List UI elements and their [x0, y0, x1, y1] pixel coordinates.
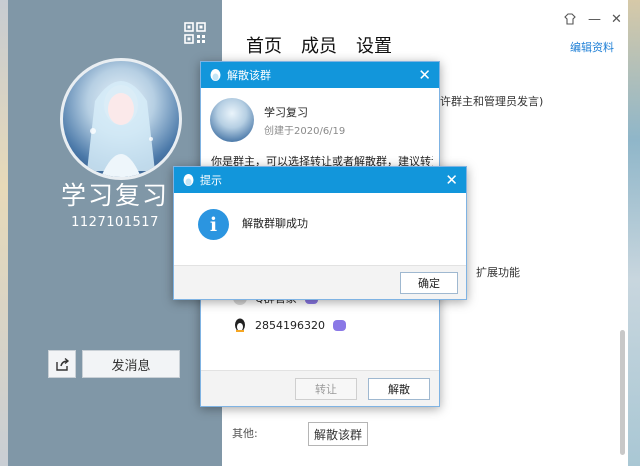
tab-home[interactable]: 首页	[246, 32, 282, 58]
dialog-footer: 转让 解散	[201, 370, 439, 406]
transfer-button[interactable]: 转让	[295, 378, 357, 400]
info-icon: i	[198, 209, 229, 240]
share-icon	[55, 357, 69, 371]
tip-message: 解散群聊成功	[242, 217, 308, 230]
member-row: 2854196320	[233, 318, 346, 333]
dialog-title: 解散该群	[227, 69, 271, 82]
close-window-button[interactable]: ✕	[611, 12, 622, 27]
dissolve-button[interactable]: 解散	[368, 378, 430, 400]
robot-badge-icon	[333, 320, 346, 331]
dialog-title-bar: 提示 ✕	[174, 167, 466, 193]
qq-penguin-icon	[235, 318, 245, 332]
group-avatar[interactable]	[60, 58, 182, 180]
skin-icon[interactable]	[564, 13, 576, 25]
ok-button[interactable]: 确定	[400, 272, 458, 294]
extension-feature-text: 扩展功能	[476, 266, 520, 279]
tab-members[interactable]: 成员	[301, 32, 337, 58]
close-icon[interactable]: ✕	[418, 66, 431, 84]
member-name: 2854196320	[255, 319, 325, 332]
dialog-title-bar: 解散该群 ✕	[201, 62, 439, 88]
setting-note-text: 许群主和管理员发言)	[440, 95, 544, 108]
dialog-created-date: 创建于2020/6/19	[264, 126, 346, 137]
qq-penguin-icon	[183, 174, 194, 186]
dialog-title: 提示	[200, 174, 222, 187]
avatar-illustration	[87, 81, 155, 177]
tab-bar: 首页 成员 设置	[246, 32, 392, 58]
dialog-group-avatar	[210, 98, 254, 142]
tab-settings[interactable]: 设置	[356, 32, 392, 58]
tip-dialog: 提示 ✕ i 解散群聊成功 确定	[173, 166, 467, 300]
desktop-background-right	[628, 0, 640, 466]
send-message-button[interactable]: 发消息	[82, 350, 180, 378]
share-button[interactable]	[48, 350, 76, 378]
dialog-group-name: 学习复习	[264, 106, 308, 119]
qq-penguin-icon	[210, 69, 221, 81]
close-icon[interactable]: ✕	[445, 171, 458, 189]
other-label: 其他:	[232, 427, 258, 440]
qr-code-icon[interactable]	[184, 22, 206, 44]
minimize-button[interactable]: —	[588, 12, 601, 27]
edit-profile-link[interactable]: 编辑资料	[570, 39, 614, 55]
desktop-background-left	[0, 0, 8, 466]
dissolve-group-button[interactable]: 解散该群	[308, 422, 368, 446]
scrollbar[interactable]	[620, 330, 625, 455]
dialog-footer: 确定	[174, 265, 466, 299]
